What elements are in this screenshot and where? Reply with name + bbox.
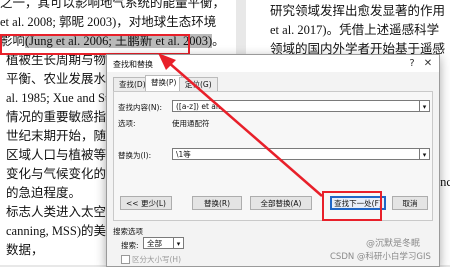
annotation-arrow xyxy=(158,53,323,197)
watermark-line1: @沉默是冬眠 xyxy=(366,239,421,249)
watermark-line2: CSDN @科研小白学习GIS xyxy=(330,252,431,262)
